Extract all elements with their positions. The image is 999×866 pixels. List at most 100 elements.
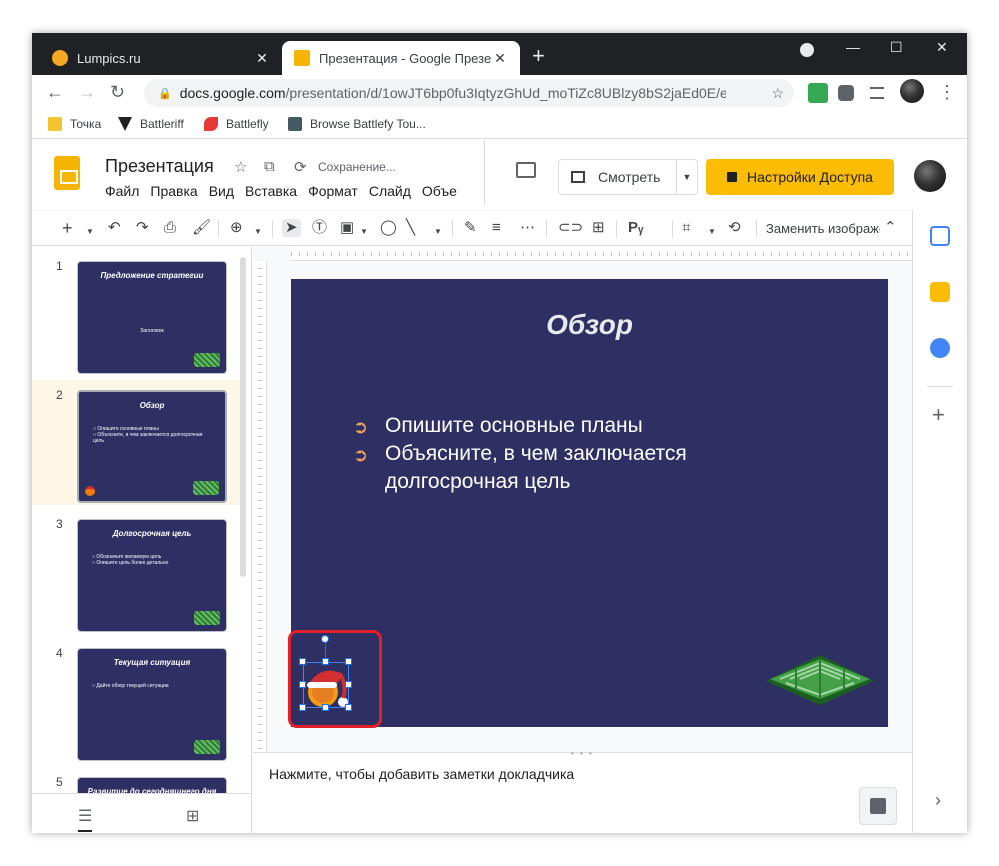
menu-insert[interactable]: Вставка: [245, 183, 297, 199]
thumbnail-image[interactable]: Предложение стратегии Заголовок: [77, 261, 227, 374]
insert-link-icon[interactable]: ⊂⊃: [558, 219, 583, 237]
collapse-toolbar-icon[interactable]: ⌃: [884, 219, 897, 237]
reset-image-icon[interactable]: ⟲: [728, 219, 741, 237]
present-options-icon[interactable]: ▼: [677, 172, 697, 182]
border-dash-icon[interactable]: ⋯: [520, 219, 535, 237]
thumbnail-image[interactable]: Обзор ○ Опишите основные планы ○ Объясни…: [77, 390, 227, 503]
resize-handle[interactable]: [322, 704, 329, 711]
text-box-icon[interactable]: Ⓣ: [312, 219, 327, 237]
tab-search-icon[interactable]: [800, 43, 814, 57]
list-view-icon[interactable]: ☰: [78, 806, 93, 832]
vertical-ruler[interactable]: [253, 261, 267, 752]
crop-dropdown-icon[interactable]: ▼: [708, 223, 716, 241]
move-folder-icon[interactable]: ⧉: [264, 158, 275, 175]
back-icon[interactable]: ←: [46, 82, 64, 103]
reload-icon[interactable]: ↻: [110, 82, 125, 103]
shape-icon[interactable]: ◯: [380, 219, 397, 237]
present-main[interactable]: Смотреть: [559, 160, 677, 194]
replace-image-button[interactable]: Заменить изображе: [766, 221, 880, 236]
new-slide-icon[interactable]: +: [62, 219, 73, 237]
extension-check-icon[interactable]: [808, 83, 828, 103]
tasks-icon[interactable]: [930, 338, 950, 358]
paint-format-icon[interactable]: 🖌: [192, 219, 211, 237]
crop-icon[interactable]: ⌗: [682, 219, 690, 237]
image-options-icon[interactable]: Pᵧ: [628, 219, 643, 237]
close-window-button[interactable]: ✕: [936, 39, 948, 56]
maximize-button[interactable]: ☐: [890, 39, 903, 56]
resize-handle[interactable]: [299, 658, 306, 665]
resize-handle[interactable]: [299, 681, 306, 688]
account-avatar[interactable]: [914, 160, 946, 192]
bookmark-star-icon[interactable]: ☆: [771, 85, 784, 102]
zoom-icon[interactable]: ⊕: [230, 219, 243, 237]
forward-icon[interactable]: →: [78, 82, 96, 103]
menu-arrange[interactable]: Объе: [422, 183, 457, 199]
resize-handle[interactable]: [299, 704, 306, 711]
slide-title[interactable]: Обзор: [291, 309, 888, 341]
resize-handle[interactable]: [345, 658, 352, 665]
expand-panel-icon[interactable]: ›: [935, 790, 941, 811]
minimize-button[interactable]: —: [846, 39, 860, 55]
add-comment-icon[interactable]: ⊞: [592, 219, 605, 237]
speaker-notes[interactable]: • • • Нажмите, чтобы добавить заметки до…: [253, 749, 912, 833]
calendar-icon[interactable]: [930, 226, 950, 246]
zoom-dropdown-icon[interactable]: ▼: [254, 223, 262, 241]
filmstrip-scrollbar[interactable]: [240, 257, 246, 577]
slide-thumbnail[interactable]: 2 Обзор ○ Опишите основные планы ○ Объяс…: [32, 380, 242, 505]
tab-lumpics[interactable]: Lumpics.ru ✕: [40, 41, 282, 75]
image-icon[interactable]: ▣: [340, 219, 354, 237]
horizontal-ruler[interactable]: [291, 247, 912, 261]
address-bar[interactable]: 🔒 docs.google.com /presentation/d/1owJT6…: [144, 79, 794, 107]
resize-handle[interactable]: [345, 681, 352, 688]
lock-icon[interactable]: 🔒: [158, 87, 172, 100]
speaker-notes-placeholder[interactable]: Нажмите, чтобы добавить заметки докладчи…: [269, 766, 574, 782]
close-tab-icon[interactable]: ✕: [492, 50, 508, 67]
line-dropdown-icon[interactable]: ▼: [434, 223, 442, 241]
grass-maze-image[interactable]: [766, 651, 874, 705]
media-queue-icon[interactable]: [870, 87, 884, 99]
slide-thumbnail[interactable]: 3 Долгосрочная цель ○ Обозначьте желаему…: [32, 509, 242, 634]
print-icon[interactable]: ⎙: [164, 219, 176, 237]
menu-view[interactable]: Вид: [209, 183, 234, 199]
bookmark-tochka[interactable]: Точка: [48, 117, 101, 131]
notes-resize-handle[interactable]: • • •: [571, 749, 594, 758]
undo-icon[interactable]: ↶: [108, 219, 121, 237]
resize-handle[interactable]: [345, 704, 352, 711]
menu-slide[interactable]: Слайд: [369, 183, 411, 199]
bookmark-battlefy[interactable]: Browse Battlefy Tou...: [288, 117, 426, 131]
menu-file[interactable]: Файл: [105, 183, 139, 199]
close-tab-icon[interactable]: ✕: [254, 50, 270, 67]
keep-icon[interactable]: [930, 282, 950, 302]
comment-history-icon[interactable]: [516, 162, 536, 178]
select-cursor-icon[interactable]: ➤: [282, 219, 301, 237]
bullet-item[interactable]: ➲ Опишите основные планы: [353, 412, 793, 440]
resize-handle[interactable]: [322, 658, 329, 665]
extensions-puzzle-icon[interactable]: [838, 85, 854, 101]
bookmark-battleriff[interactable]: Battleriff: [118, 117, 184, 131]
profile-avatar[interactable]: [900, 79, 924, 103]
thumbnail-image[interactable]: Долгосрочная цель ○ Обозначьте желаемую …: [77, 519, 227, 632]
menu-format[interactable]: Формат: [308, 183, 358, 199]
star-icon[interactable]: ☆: [234, 158, 247, 176]
slide-thumbnail[interactable]: 4 Текущая ситуация ○ Дайте обзор текущей…: [32, 638, 242, 763]
share-button[interactable]: Настройки Доступа: [706, 159, 894, 195]
slides-logo-icon[interactable]: [54, 156, 80, 190]
menu-edit[interactable]: Правка: [150, 183, 197, 199]
bookmark-battlefly[interactable]: Battlefly: [204, 117, 269, 131]
document-title[interactable]: Презентация: [105, 156, 214, 177]
current-slide[interactable]: Обзор ➲ Опишите основные планы ➲ Объясни…: [288, 279, 888, 728]
add-addon-icon[interactable]: +: [932, 402, 945, 428]
present-button[interactable]: Смотреть ▼: [558, 159, 698, 195]
explore-button[interactable]: [859, 787, 897, 825]
border-weight-icon[interactable]: ≡: [492, 219, 501, 237]
rotate-handle[interactable]: [321, 635, 329, 643]
new-slide-dropdown-icon[interactable]: ▼: [86, 223, 94, 241]
redo-icon[interactable]: ↷: [136, 219, 149, 237]
image-dropdown-icon[interactable]: ▼: [360, 223, 368, 241]
browser-menu-icon[interactable]: ⋮: [938, 82, 956, 103]
slide-bullets[interactable]: ➲ Опишите основные планы ➲ Объясните, в …: [353, 412, 793, 496]
line-icon[interactable]: ╲: [406, 219, 415, 237]
tab-presentation[interactable]: Презентация - Google Презента ✕: [282, 41, 520, 75]
thumbnail-image[interactable]: Текущая ситуация ○ Дайте обзор текущей с…: [77, 648, 227, 761]
bullet-item[interactable]: ➲ Объясните, в чем заключается долгосроч…: [353, 440, 793, 496]
